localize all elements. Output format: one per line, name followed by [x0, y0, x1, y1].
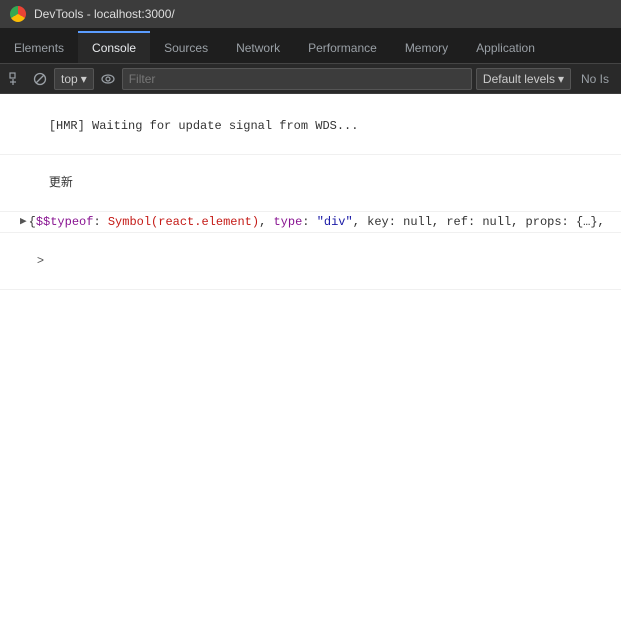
obj-comma-1: , — [259, 213, 273, 231]
arrow-icon: > — [37, 254, 44, 268]
chevron-down-icon-levels: ▾ — [558, 72, 564, 86]
tab-console[interactable]: Console — [78, 31, 150, 63]
tab-application[interactable]: Application — [462, 31, 549, 63]
obj-symbol-value: Symbol(react.element) — [108, 213, 259, 231]
console-prompt[interactable]: > — [0, 233, 621, 290]
default-levels-dropdown[interactable]: Default levels ▾ — [476, 68, 571, 90]
console-line-update: 更新 — [0, 155, 621, 212]
update-text: 更新 — [49, 176, 73, 190]
eye-button[interactable] — [98, 69, 118, 89]
obj-string-value: "div" — [317, 213, 353, 231]
title-bar-text: DevTools - localhost:3000/ — [34, 7, 175, 21]
default-levels-label: Default levels — [483, 72, 555, 86]
clear-console-button[interactable] — [30, 69, 50, 89]
context-label: top — [61, 72, 78, 86]
obj-rest: , key: null, ref: null, props: {…}, — [353, 213, 605, 231]
console-line-hmr: [HMR] Waiting for update signal from WDS… — [0, 98, 621, 155]
tab-sources[interactable]: Sources — [150, 31, 222, 63]
tab-memory[interactable]: Memory — [391, 31, 462, 63]
console-line-object: ▶ { $$typeof : Symbol(react.element) , t… — [0, 212, 621, 233]
expand-arrow[interactable]: ▶ — [20, 213, 27, 231]
obj-colon-2: : — [302, 213, 316, 231]
tab-performance[interactable]: Performance — [294, 31, 391, 63]
console-output: [HMR] Waiting for update signal from WDS… — [0, 94, 621, 617]
obj-key-typeof: $$typeof — [36, 213, 94, 231]
chrome-icon — [10, 6, 26, 22]
no-issues-label: No Is — [575, 72, 615, 86]
obj-brace-open: { — [29, 213, 36, 231]
chevron-down-icon: ▾ — [81, 72, 87, 86]
context-selector[interactable]: top ▾ — [54, 68, 94, 90]
tab-network[interactable]: Network — [222, 31, 294, 63]
obj-key-type: type — [273, 213, 302, 231]
toolbar: top ▾ Default levels ▾ No Is — [0, 64, 621, 94]
obj-colon-1: : — [93, 213, 107, 231]
inspect-element-button[interactable] — [6, 69, 26, 89]
hmr-text: [HMR] Waiting for update signal from WDS… — [49, 119, 359, 133]
filter-input[interactable] — [122, 68, 472, 90]
title-bar: DevTools - localhost:3000/ — [0, 0, 621, 28]
tab-elements[interactable]: Elements — [0, 31, 78, 63]
devtools-tabs: Elements Console Sources Network Perform… — [0, 28, 621, 64]
